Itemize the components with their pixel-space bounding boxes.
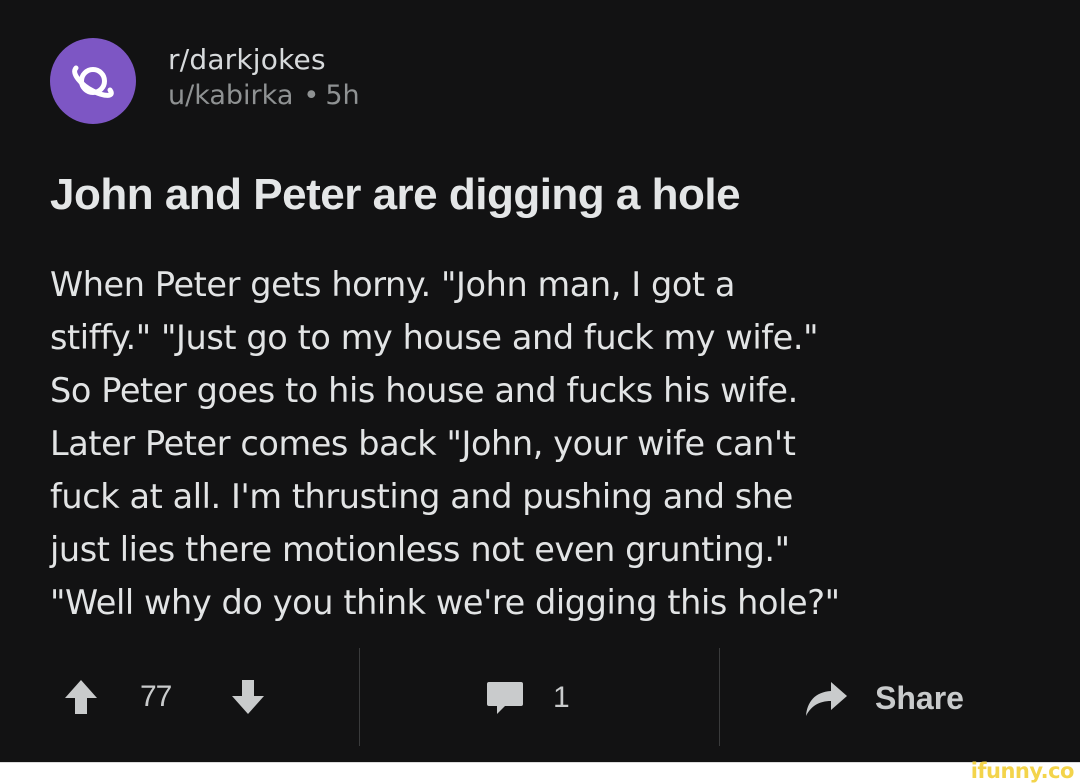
body-line: When Peter gets horny. "John man, I got …: [50, 265, 736, 304]
speech-bubble-icon: [487, 682, 523, 714]
share-button[interactable]: Share: [803, 678, 964, 718]
subreddit-name[interactable]: r/darkjokes: [168, 42, 360, 78]
comment-count: 1: [553, 681, 570, 714]
body-line: "Well why do you think we're digging thi…: [50, 583, 840, 622]
share-label: Share: [875, 679, 964, 716]
author-name[interactable]: u/kabirka: [168, 80, 293, 111]
body-line: just lies there motionless not even grun…: [50, 530, 790, 569]
action-divider: [359, 648, 360, 746]
footer-divider: [0, 762, 1080, 763]
post-meta: r/darkjokes u/kabirka • 5h: [168, 42, 360, 114]
planet-icon: [72, 65, 114, 98]
action-divider: [719, 648, 720, 746]
subreddit-avatar[interactable]: [50, 38, 136, 124]
body-line: So Peter goes to his house and fucks his…: [50, 371, 798, 410]
arrow-down-icon: [232, 680, 265, 714]
action-bar: 77 1 Share: [0, 648, 1080, 748]
post-age: 5h: [325, 80, 360, 111]
upvote-button[interactable]: [64, 678, 98, 716]
author-line: u/kabirka • 5h: [168, 78, 360, 114]
ifunny-watermark: ifunny.co: [970, 759, 1075, 783]
share-arrow-icon: [806, 682, 847, 716]
meta-separator: •: [303, 80, 320, 111]
body-line: fuck at all. I'm thrusting and pushing a…: [50, 477, 793, 516]
footer-bar: ifunny.co: [0, 759, 1080, 784]
comments-button[interactable]: 1: [485, 678, 570, 718]
downvote-button[interactable]: [231, 678, 265, 716]
post-header: r/darkjokes u/kabirka • 5h: [50, 38, 360, 124]
vote-controls: 77: [64, 678, 265, 716]
vote-score: 77: [140, 680, 172, 713]
post-title[interactable]: John and Peter are digging a hole: [50, 168, 1050, 222]
post-body: When Peter gets horny. "John man, I got …: [50, 258, 1060, 629]
body-line: stiffy." "Just go to my house and fuck m…: [50, 318, 819, 357]
body-line: Later Peter comes back "John, your wife …: [50, 424, 796, 463]
arrow-up-icon: [65, 680, 97, 714]
post-card: r/darkjokes u/kabirka • 5h John and Peter …: [0, 0, 1080, 762]
